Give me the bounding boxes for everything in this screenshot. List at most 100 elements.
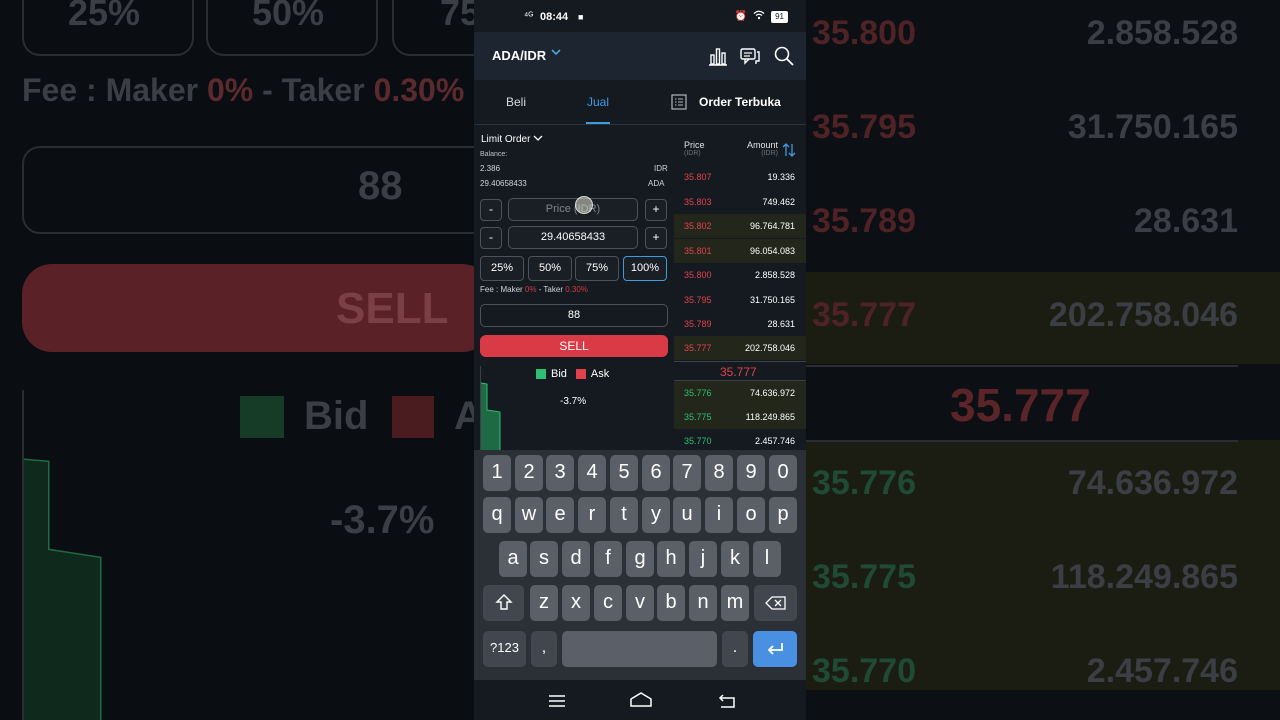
key-z[interactable]: z: [530, 585, 558, 621]
back-icon[interactable]: [718, 693, 736, 714]
comma-key[interactable]: ,: [531, 631, 557, 667]
sell-button[interactable]: SELL: [480, 335, 668, 357]
amount-increase-button[interactable]: +: [645, 227, 667, 249]
fee-info: Fee : Maker 0% - Taker 0.30%: [480, 285, 588, 294]
key-j[interactable]: j: [689, 541, 717, 577]
key-e[interactable]: e: [546, 497, 574, 533]
balance-ada-unit: ADA: [648, 179, 665, 188]
chevron-down-icon: [533, 135, 543, 141]
key-x[interactable]: x: [562, 585, 590, 621]
tab-buy[interactable]: Beli: [506, 95, 526, 109]
chat-icon[interactable]: [738, 44, 762, 68]
bid-row[interactable]: 35.776 74.636.972: [674, 381, 806, 405]
key-c[interactable]: c: [594, 585, 622, 621]
pair-selector[interactable]: ADA/IDR: [492, 48, 546, 63]
key-g[interactable]: g: [626, 541, 654, 577]
key-5[interactable]: 5: [610, 455, 638, 491]
bid-row[interactable]: 35.775 118.249.865: [674, 405, 806, 429]
amount-input[interactable]: 29.40658433: [508, 226, 638, 249]
alarm-icon: ⏰: [734, 11, 748, 22]
search-icon[interactable]: [772, 44, 796, 68]
pct-75-button[interactable]: 75%: [575, 256, 619, 281]
menu-icon[interactable]: [548, 694, 566, 713]
space-key[interactable]: [562, 631, 717, 667]
balance-ada: 29.40658433: [480, 179, 527, 188]
bg-ask-amount: 202.758.046: [1048, 296, 1238, 334]
price-increase-button[interactable]: +: [645, 199, 667, 221]
key-4[interactable]: 4: [578, 455, 606, 491]
key-f[interactable]: f: [594, 541, 622, 577]
key-8[interactable]: 8: [705, 455, 733, 491]
key-d[interactable]: d: [562, 541, 590, 577]
key-s[interactable]: s: [530, 541, 558, 577]
bg-mid-price: 35.777: [950, 379, 1091, 431]
total-input[interactable]: 88: [480, 304, 668, 327]
sort-icon[interactable]: [782, 142, 796, 163]
bg-ask-label: A: [454, 394, 474, 438]
amount-decrease-button[interactable]: -: [480, 227, 502, 249]
bg-bid-price: 35.776: [812, 464, 916, 502]
bg-bid-price: 35.775: [812, 558, 916, 596]
price-decrease-button[interactable]: -: [480, 199, 502, 221]
key-2[interactable]: 2: [515, 455, 543, 491]
last-price: 35.777: [720, 365, 757, 379]
period-key[interactable]: .: [722, 631, 748, 667]
keyboard: 1 2 3 4 5 6 7 8 9 0 q w e r t y u i o p …: [474, 450, 806, 680]
key-0[interactable]: 0: [769, 455, 797, 491]
key-9[interactable]: 9: [737, 455, 765, 491]
key-y[interactable]: y: [642, 497, 670, 533]
status-bar: ⁴ᴳ 08:44 ■ ⏰ 91: [474, 0, 806, 32]
key-n[interactable]: n: [689, 585, 717, 621]
enter-key[interactable]: [753, 631, 797, 667]
key-6[interactable]: 6: [642, 455, 670, 491]
key-i[interactable]: i: [705, 497, 733, 533]
tab-sell[interactable]: Jual: [587, 95, 609, 109]
bg-total-box: [22, 146, 474, 234]
key-o[interactable]: o: [737, 497, 765, 533]
pct-25-button[interactable]: 25%: [480, 256, 524, 281]
key-h[interactable]: h: [657, 541, 685, 577]
symbols-key[interactable]: ?123: [483, 631, 526, 667]
ask-row[interactable]: 35.807 19.336: [674, 165, 806, 189]
amount-column-header: Amount (IDR): [746, 140, 778, 157]
key-a[interactable]: a: [499, 541, 527, 577]
ask-row[interactable]: 35.801 96.054.083: [674, 239, 806, 263]
ask-row[interactable]: 35.802 96.764.781: [674, 214, 806, 238]
key-p[interactable]: p: [769, 497, 797, 533]
list-icon[interactable]: [671, 94, 687, 115]
ask-row[interactable]: 35.777 202.758.046: [674, 336, 806, 360]
pct-100-button[interactable]: 100%: [623, 256, 667, 281]
key-7[interactable]: 7: [673, 455, 701, 491]
key-v[interactable]: v: [626, 585, 654, 621]
key-q[interactable]: q: [483, 497, 511, 533]
ask-row[interactable]: 35.800 2.858.528: [674, 263, 806, 287]
key-k[interactable]: k: [721, 541, 749, 577]
key-b[interactable]: b: [657, 585, 685, 621]
order-type-select[interactable]: Limit Order: [481, 134, 543, 145]
key-1[interactable]: 1: [483, 455, 511, 491]
pct-50-button[interactable]: 50%: [528, 256, 572, 281]
price-input[interactable]: Price (IDR): [508, 198, 638, 221]
backspace-key[interactable]: [754, 585, 797, 621]
bg-pct: 75%: [440, 0, 474, 33]
key-3[interactable]: 3: [546, 455, 574, 491]
ask-row[interactable]: 35.789 28.631: [674, 312, 806, 336]
shift-key[interactable]: [483, 585, 524, 621]
key-t[interactable]: t: [610, 497, 638, 533]
divider: [674, 361, 806, 362]
backspace-icon: [764, 596, 786, 610]
wifi-icon: [753, 10, 765, 23]
key-u[interactable]: u: [673, 497, 701, 533]
chart-icon[interactable]: [706, 44, 730, 68]
key-m[interactable]: m: [721, 585, 749, 621]
bg-bid-amount: 74.636.972: [1067, 464, 1238, 502]
home-icon[interactable]: [629, 692, 653, 713]
bg-bid-label: Bid: [304, 394, 369, 438]
tab-open-orders[interactable]: Order Terbuka: [699, 95, 781, 109]
ask-row[interactable]: 35.803 749.462: [674, 190, 806, 214]
key-w[interactable]: w: [515, 497, 543, 533]
key-l[interactable]: l: [753, 541, 781, 577]
key-r[interactable]: r: [578, 497, 606, 533]
ask-row[interactable]: 35.795 31.750.165: [674, 288, 806, 312]
chevron-down-icon[interactable]: [550, 46, 562, 61]
